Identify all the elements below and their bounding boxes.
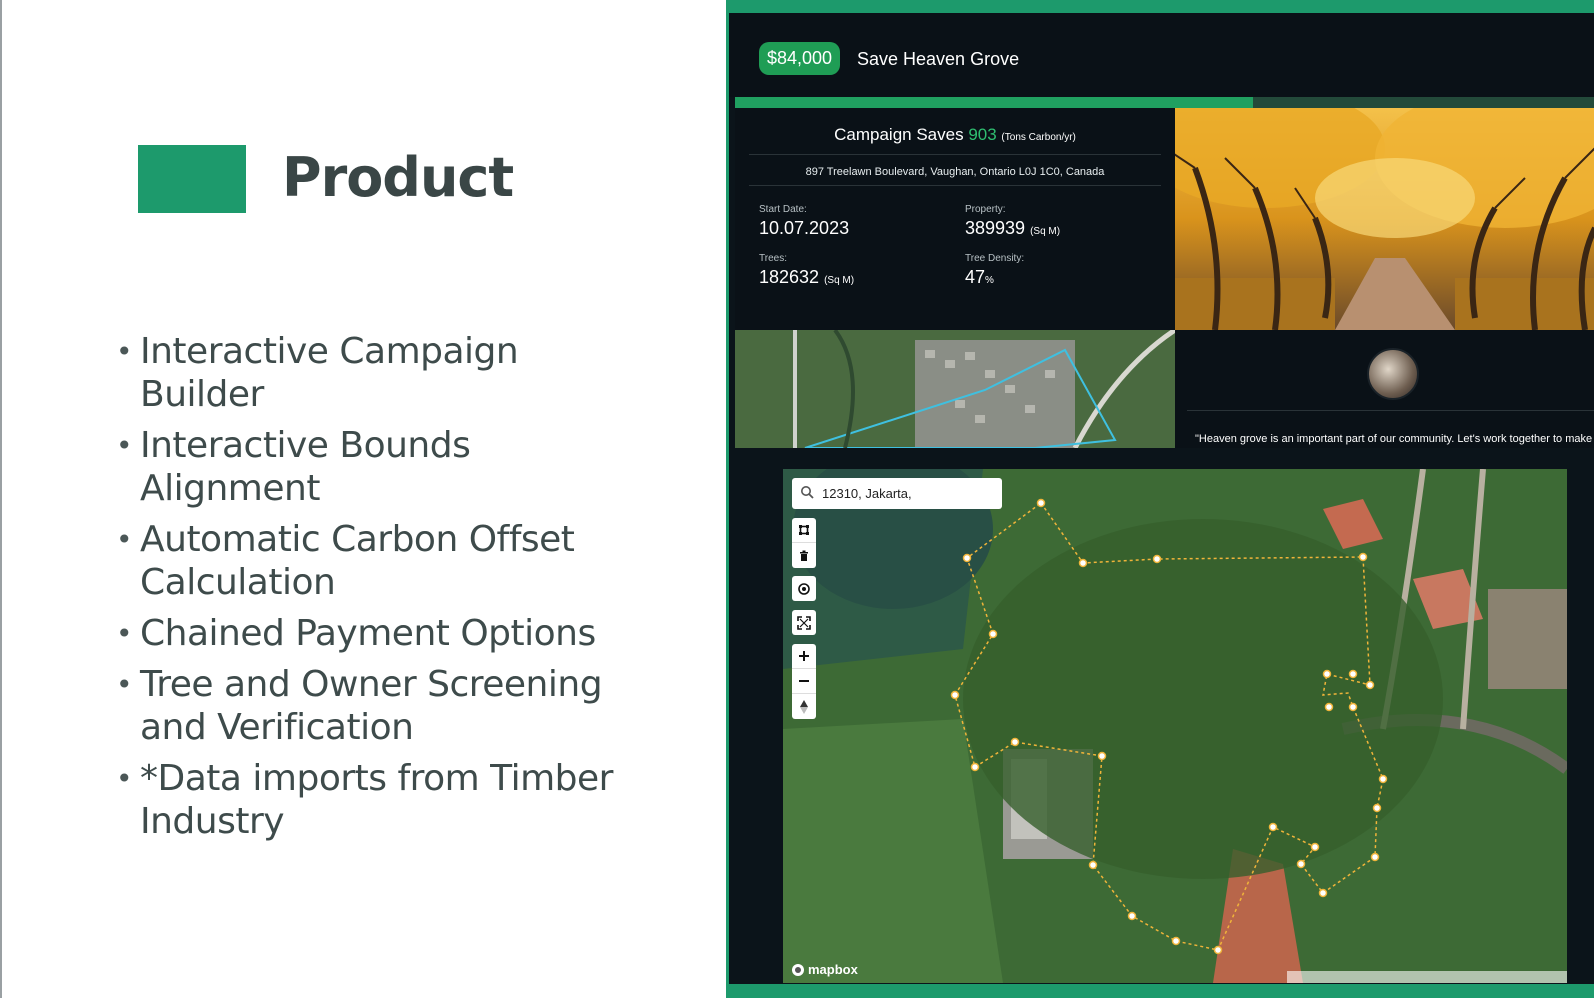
map-attribution: [1287, 971, 1567, 983]
list-item: • Automatic Carbon Offset Calculation: [116, 519, 575, 603]
bullet-icon: •: [116, 335, 133, 368]
map-search-box[interactable]: 12310, Jakarta,: [792, 478, 1002, 509]
avatar: [1367, 348, 1419, 400]
campaign-name: Save Heaven Grove: [857, 49, 1020, 69]
locate-icon[interactable]: [792, 576, 816, 601]
search-icon: [800, 485, 814, 504]
satellite-image: [735, 330, 1175, 448]
campaign-address: 897 Treelawn Boulevard, Vaughan, Ontario…: [805, 166, 1105, 178]
stats-title: Campaign Saves 903 (Tons Carbon/yr): [834, 125, 1076, 144]
divider: [1187, 410, 1594, 411]
bullet-icon: •: [116, 668, 133, 701]
trash-icon[interactable]: [792, 543, 816, 568]
divider: [749, 185, 1161, 186]
feature-list: • Interactive Campaign Builder • Interacti…: [116, 330, 636, 851]
polygon-draw-icon[interactable]: [792, 518, 816, 543]
amount-badge: $84,000: [759, 42, 841, 75]
satellite-thumbnail: [735, 330, 1175, 448]
mapbox-logo: mapbox: [791, 962, 858, 977]
draw-controls: [792, 518, 816, 568]
accent-block: [138, 145, 246, 213]
compass-icon[interactable]: [792, 694, 816, 719]
stat-tree-density: Tree Density: 47%: [965, 253, 1025, 287]
progress-fill: [735, 97, 1254, 108]
map-section: 12310, Jakarta, mapbox: [729, 448, 1594, 984]
stat-start-date: Start Date: 10.07.2023: [759, 204, 850, 238]
stat-trees: Trees: 182632 (Sq M): [759, 253, 855, 287]
campaign-photo: [1175, 108, 1594, 330]
carbon-unit: (Tons Carbon/yr): [1001, 132, 1076, 143]
fullscreen-control: [792, 610, 816, 635]
stat-property: Property: 389939 (Sq M): [965, 204, 1061, 238]
geolocate-control: [792, 576, 816, 601]
list-item: • Chained Payment Options: [116, 613, 596, 654]
satellite-map-image: [783, 469, 1567, 983]
zoom-out-icon[interactable]: [792, 669, 816, 694]
bullet-icon: •: [116, 617, 133, 650]
funding-progress-bar: [735, 97, 1594, 108]
app-bottom-bar: [729, 984, 1594, 998]
fullscreen-icon[interactable]: [792, 610, 816, 635]
campaign-stats-panel: Campaign Saves 903 (Tons Carbon/yr) 897 …: [735, 108, 1175, 330]
map-canvas[interactable]: 12310, Jakarta, mapbox: [783, 469, 1567, 983]
page-title: Product: [282, 146, 514, 209]
divider: [749, 154, 1161, 155]
testimonial-quote: "Heaven grove is an important part of ou…: [1195, 433, 1593, 445]
slide: Product • Interactive Campaign Builder • I…: [0, 0, 1594, 998]
list-item: • Interactive Campaign Builder: [116, 331, 519, 415]
list-item: • Tree and Owner Screening and Verificati…: [116, 664, 603, 748]
testimonial-panel: "Heaven grove is an important part of ou…: [1175, 330, 1594, 448]
app-top-bar: [729, 0, 1594, 13]
zoom-in-icon[interactable]: [792, 644, 816, 669]
list-item: • Interactive Bounds Alignment: [116, 425, 471, 509]
navigation-control: [792, 644, 816, 719]
list-item: • *Data imports from Timber Industry: [116, 758, 613, 842]
mapbox-icon: [792, 963, 804, 976]
search-input[interactable]: 12310, Jakarta,: [822, 486, 912, 501]
app-screenshot: $84,000 Save Heaven Grove Campaign Saves…: [726, 0, 1594, 998]
bullet-icon: •: [116, 762, 133, 795]
bullet-icon: •: [116, 429, 133, 462]
autumn-trees-image: [1175, 108, 1594, 330]
bullet-icon: •: [116, 523, 133, 556]
carbon-value: 903: [968, 125, 997, 144]
